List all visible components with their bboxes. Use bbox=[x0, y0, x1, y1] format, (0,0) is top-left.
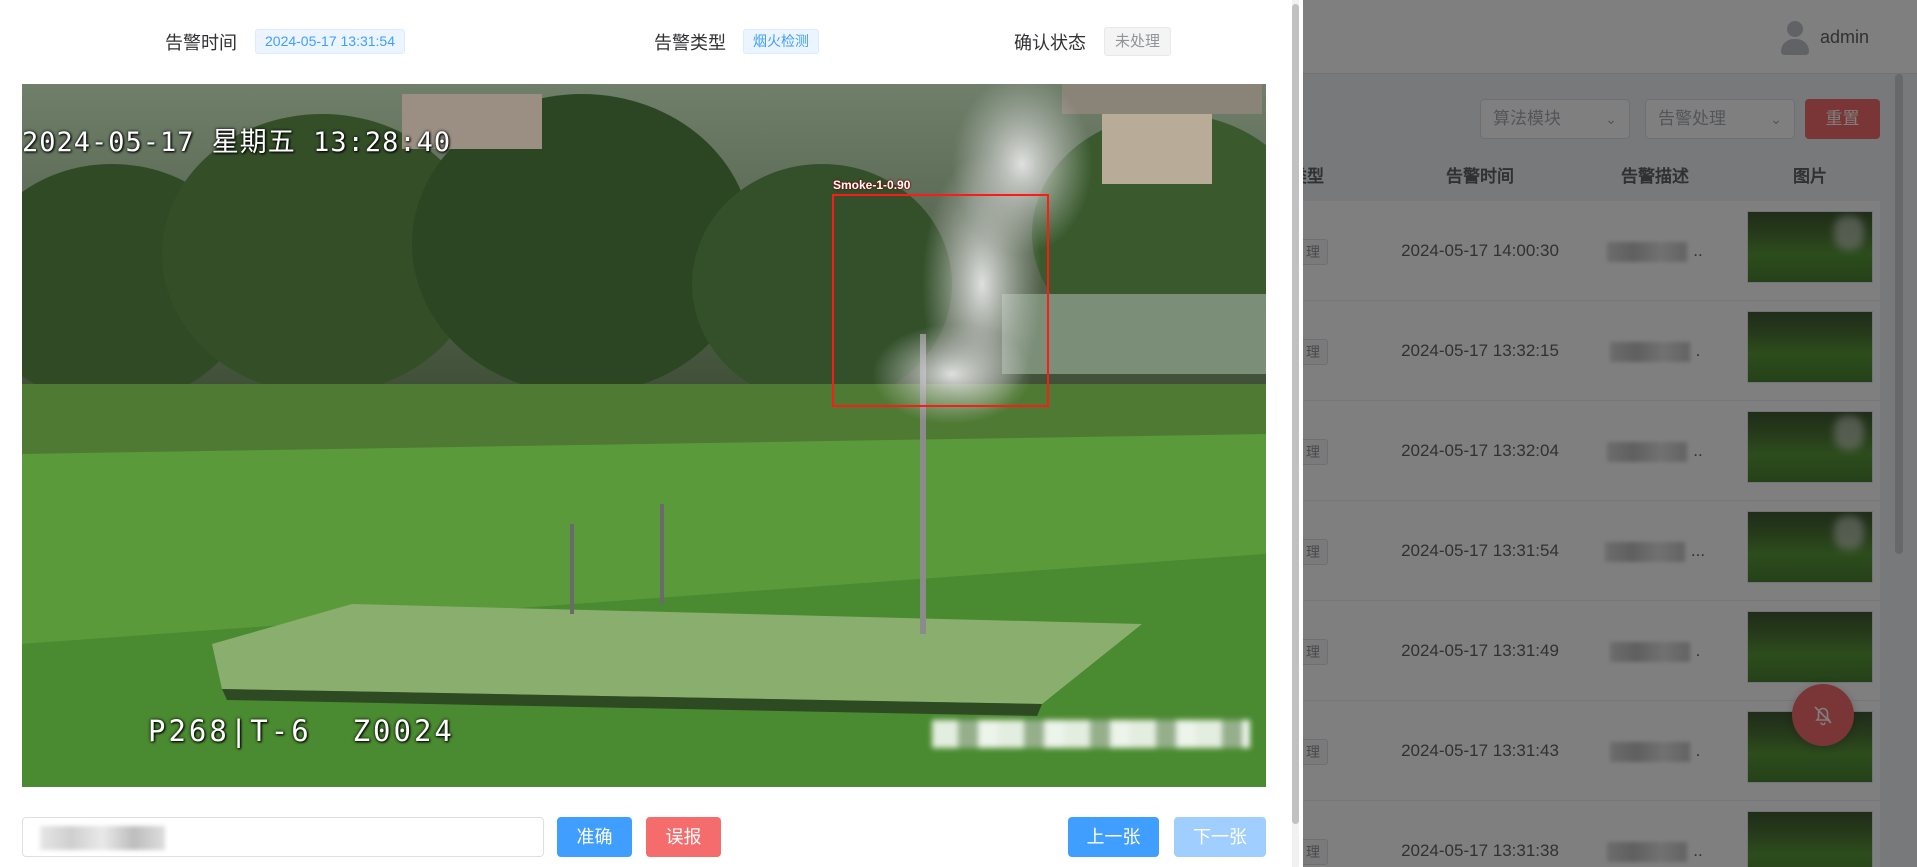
remark-input[interactable] bbox=[22, 817, 544, 857]
detection-label: Smoke-1-0.90 bbox=[833, 178, 911, 192]
false-alarm-button[interactable]: 误报 bbox=[646, 817, 721, 857]
confirm-status-tag: 未处理 bbox=[1104, 27, 1172, 56]
scene-illustration bbox=[22, 84, 1266, 787]
confirm-status-label: 确认状态 bbox=[1014, 33, 1086, 53]
detection-bounding-box bbox=[832, 194, 1049, 407]
osd-camera-id: P268|T-6 Z0024 bbox=[148, 714, 455, 748]
osd-redacted-text bbox=[932, 720, 1250, 748]
alarm-detail-dialog: 告警时间 2024-05-17 13:31:54 告警类型 烟火检测 确认状态 … bbox=[0, 0, 1303, 867]
alarm-type-tag: 烟火检测 bbox=[743, 29, 819, 54]
alarm-time-label: 告警时间 bbox=[165, 33, 237, 53]
accurate-button[interactable]: 准确 bbox=[557, 817, 632, 857]
dialog-scrollbar[interactable] bbox=[1292, 0, 1299, 867]
alarm-time-tag: 2024-05-17 13:31:54 bbox=[255, 29, 405, 54]
next-button[interactable]: 下一张 bbox=[1174, 817, 1266, 857]
dialog-scrollbar-thumb[interactable] bbox=[1292, 4, 1299, 824]
alarm-type-label: 告警类型 bbox=[654, 33, 726, 53]
previous-button[interactable]: 上一张 bbox=[1068, 817, 1159, 857]
osd-datetime: 2024-05-17 星期五 13:28:40 bbox=[22, 127, 452, 158]
alarm-snapshot-image: 2024-05-17 星期五 13:28:40 P268|T-6 Z0024 S… bbox=[22, 84, 1266, 787]
